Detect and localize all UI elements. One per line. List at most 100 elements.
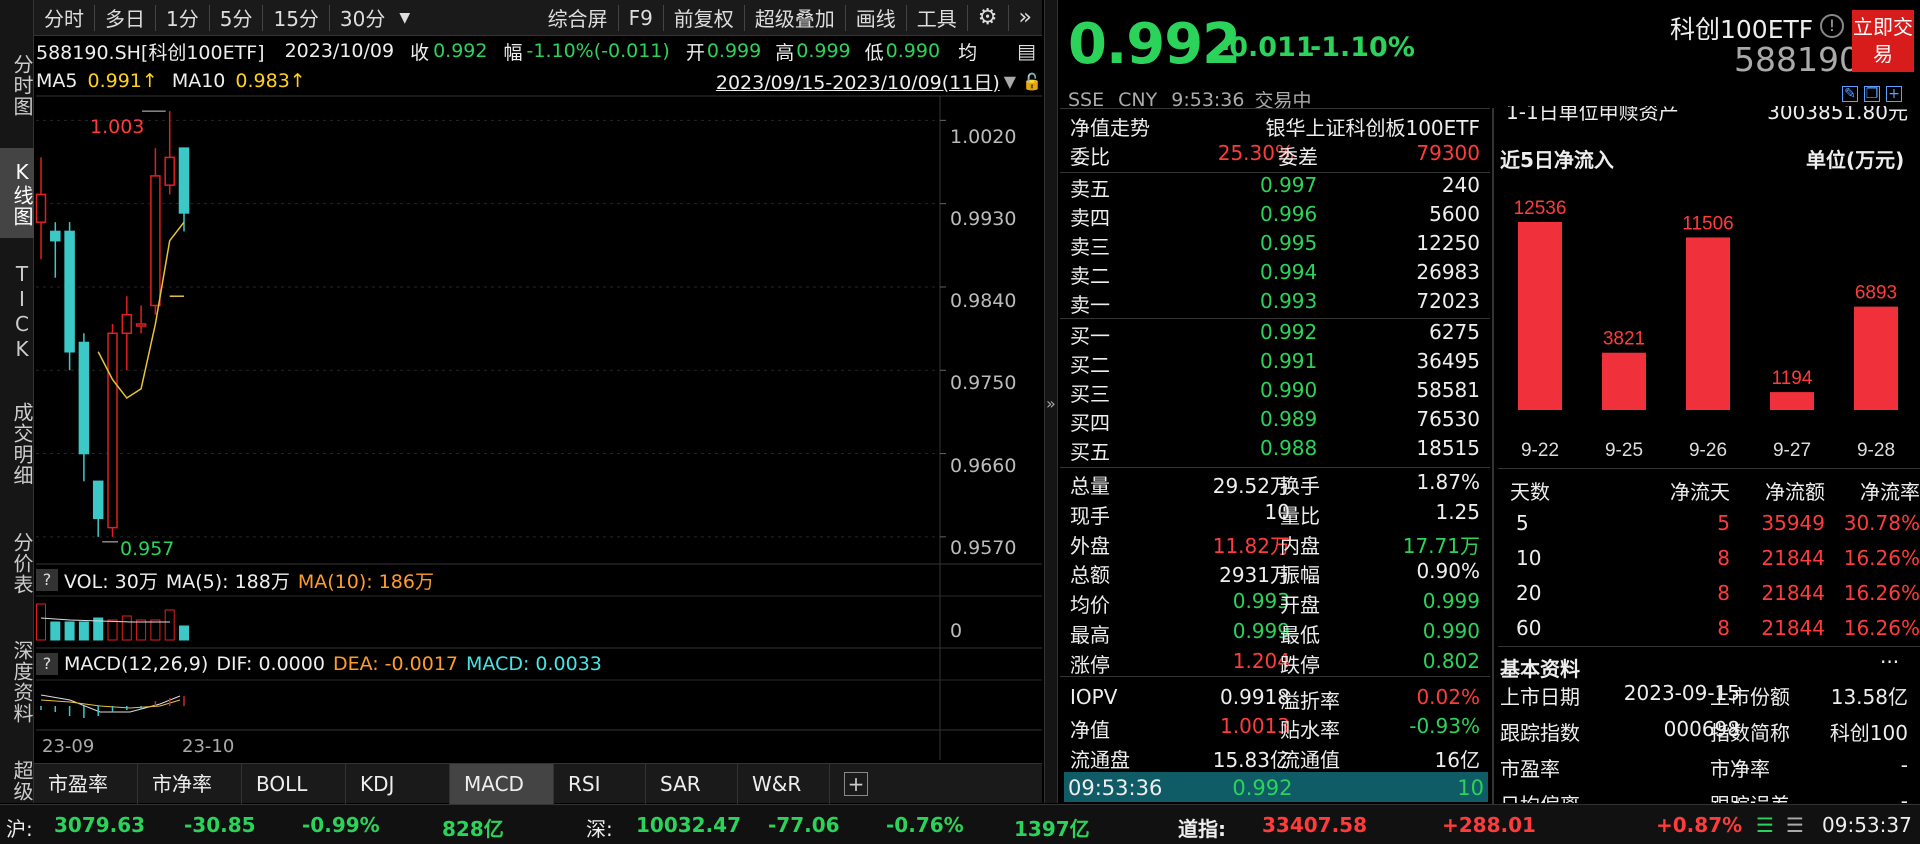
sidebar-item-super[interactable]: 超级 (0, 758, 34, 803)
add-icon[interactable]: + (1886, 86, 1902, 102)
x-tick-left: 23-09 (42, 736, 95, 757)
flow-bar (1518, 222, 1562, 410)
orderbook-row[interactable]: 买五 0.988 18515 (1060, 436, 1480, 465)
vol-header: ? VOL: 30万 MA(5): 188万 MA(10): 186万 (36, 566, 1042, 594)
stat-value: 2931万 (1219, 563, 1290, 588)
candle-body (135, 323, 147, 327)
tab-pe[interactable]: 市盈率 (34, 763, 138, 804)
basic-value: 科创100 (1829, 721, 1908, 745)
info-icon[interactable]: ! (1820, 14, 1844, 38)
flow-table-row: 5 5 35949 30.78% (1498, 511, 1920, 545)
divider (1060, 108, 1490, 109)
x-tick-right: 23-10 (182, 736, 235, 757)
help-icon[interactable]: ? (36, 653, 58, 675)
stat-label: 量比 (1280, 503, 1320, 528)
table-cell: 8 (1717, 616, 1730, 640)
stat-label: 总额 (1070, 563, 1110, 588)
tab-pb[interactable]: 市净率 (138, 763, 242, 804)
list-icon[interactable]: ☰ (1756, 813, 1774, 837)
price-change: -0.011 (1218, 32, 1315, 63)
top-partial-row: 1-1日单位申赎资产 3003851.80元 (1498, 106, 1920, 128)
volume-bar (121, 615, 132, 641)
stat-label: 总量 (1070, 474, 1110, 498)
candle-body (92, 480, 104, 520)
level-price: 0.996 (1260, 202, 1318, 226)
orderbook-row[interactable]: 卖一 0.993 72023 (1060, 289, 1480, 318)
level-price: 0.990 (1260, 378, 1318, 402)
collapse-icon[interactable]: » (1046, 394, 1056, 413)
orderbook-row[interactable]: 卖四 0.996 5600 (1060, 202, 1480, 231)
basic-label: 上市份额 (1710, 685, 1790, 709)
volume-bar (50, 621, 61, 641)
tab-macd[interactable]: MACD (450, 763, 554, 804)
macd-dif-line (40, 694, 181, 713)
dj-value: 33407.58 (1262, 813, 1368, 837)
divider (1060, 676, 1490, 677)
stat-value: 0.90% (1416, 559, 1480, 584)
flow-category-label: 9-28 (1857, 440, 1895, 461)
trade-button[interactable]: 立即交易 (1852, 10, 1914, 72)
divider (1492, 108, 1494, 804)
stat-row: 流通盘 15.83亿 流通值 16亿 (1060, 744, 1480, 773)
candle-body (150, 175, 161, 307)
flow-unit: 单位(万元) (1806, 148, 1905, 172)
stat-label: 涨停 (1070, 652, 1110, 677)
level-label: 卖四 (1070, 206, 1110, 230)
stat-value: 1.204 (1232, 648, 1290, 673)
stat-label: 溢折率 (1280, 688, 1340, 713)
stat-value: 11.82万 (1212, 533, 1290, 558)
level-price: 0.991 (1260, 349, 1318, 373)
table-cell: 60 (1516, 616, 1542, 640)
column-header: 天数 (1510, 480, 1550, 504)
indicator-tabs: 市盈率 市净率 BOLL KDJ MACD RSI SAR W&R + (34, 763, 1042, 804)
flow-category-label: 9-25 (1605, 440, 1643, 461)
stat-value: 0.02% (1416, 684, 1480, 709)
basic-row: 市盈率 - 市净率 - (1498, 753, 1920, 783)
wc-value: 79300 (1416, 141, 1480, 165)
tab-wr[interactable]: W&R (738, 763, 830, 804)
y-tick: 0.9840 (950, 290, 1017, 312)
nav-row[interactable]: 净值走势 银华上证科创板100ETF (1060, 112, 1480, 141)
stat-value: -0.93% (1409, 714, 1480, 739)
divider (1060, 318, 1490, 319)
help-icon[interactable]: ? (36, 569, 58, 591)
stat-label: 最低 (1280, 623, 1320, 647)
orderbook-row[interactable]: 买一 0.992 6275 (1060, 320, 1480, 349)
level-price: 0.989 (1260, 407, 1318, 431)
orderbook-row[interactable]: 卖二 0.994 26983 (1060, 260, 1480, 289)
panel-icons: ✎ ❐ + (1842, 86, 1902, 102)
level-volume: 18515 (1416, 436, 1480, 460)
more-icon[interactable]: ··· (1880, 650, 1899, 674)
basic-label: 跟踪误差 (1710, 789, 1790, 803)
tab-kdj[interactable]: KDJ (346, 763, 450, 804)
tab-boll[interactable]: BOLL (242, 763, 346, 804)
edit-icon[interactable]: ✎ (1842, 86, 1858, 102)
weibi-row: 委比 25.30% 委差 79300 (1060, 141, 1480, 170)
orderbook-row[interactable]: 买三 0.990 58581 (1060, 378, 1480, 407)
copy-icon[interactable]: ❐ (1864, 86, 1880, 102)
tab-sar[interactable]: SAR (646, 763, 738, 804)
max-annotation: 1.003 (90, 116, 145, 138)
basic-label: 日均偏离 (1500, 789, 1580, 803)
add-tab-icon[interactable]: + (844, 771, 868, 796)
basic-row: 日均偏离 - 跟踪误差 - (1498, 789, 1920, 803)
menu-icon[interactable]: ☰ (1786, 813, 1804, 837)
partial-label: 1-1日单位申赎资产 (1506, 106, 1679, 124)
sz-value: 10032.47 (636, 813, 742, 837)
orderbook-row[interactable]: 买二 0.991 36495 (1060, 349, 1480, 378)
wc-label: 委差 (1278, 145, 1318, 169)
orderbook-row[interactable]: 卖五 0.997 240 (1060, 173, 1480, 202)
tab-rsi[interactable]: RSI (554, 763, 646, 804)
stat-value: 29.52万 (1212, 474, 1290, 498)
orderbook-row[interactable]: 买四 0.989 76530 (1060, 407, 1480, 436)
sh-value: 3079.63 (54, 813, 146, 837)
orderbook-row[interactable]: 卖三 0.995 12250 (1060, 231, 1480, 260)
stat-row: 涨停 1.204 跌停 0.802 (1060, 649, 1480, 678)
flow-bar (1854, 306, 1898, 410)
level-volume: 58581 (1416, 378, 1480, 402)
level-price: 0.993 (1260, 289, 1318, 313)
sh-label: 沪: (6, 817, 33, 841)
stat-value: 0.999 (1232, 619, 1290, 643)
kline-chart[interactable] (0, 0, 1044, 760)
nav-label[interactable]: 净值走势 (1070, 112, 1150, 141)
